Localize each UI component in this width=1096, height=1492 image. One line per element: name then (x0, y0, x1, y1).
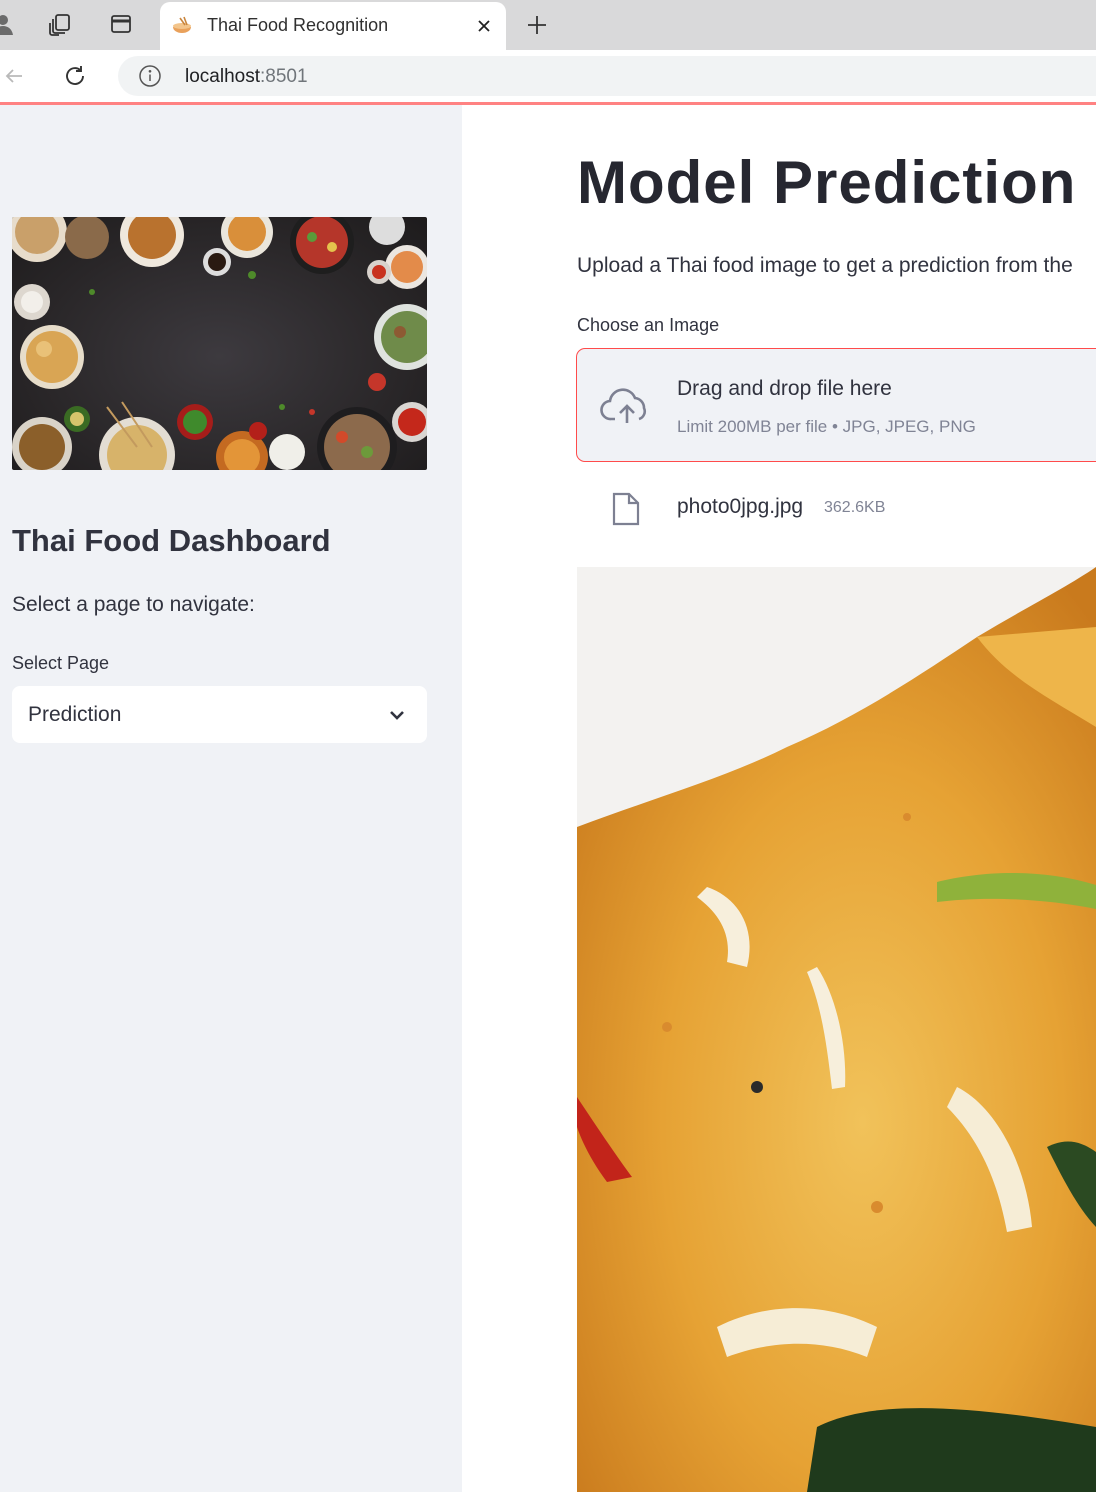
reload-icon[interactable] (60, 61, 90, 91)
dropzone-title: Drag and drop file here (677, 377, 892, 400)
page-title: Model Prediction (577, 149, 1077, 214)
url-bar[interactable]: localhost:8501 (118, 56, 1096, 96)
sidebar: Thai Food Dashboard Select a page to nav… (0, 105, 462, 1492)
close-icon[interactable] (472, 14, 496, 38)
select-value: Prediction (28, 703, 122, 726)
chevron-down-icon[interactable] (386, 704, 408, 726)
cloud-upload-icon (599, 385, 655, 429)
workspaces-icon[interactable] (45, 9, 75, 39)
uploaded-image-preview (577, 567, 1096, 1492)
address-bar: localhost:8501 (0, 50, 1096, 102)
browser-tab-bar: Thai Food Recognition (0, 0, 1096, 50)
page-select-dropdown[interactable]: Prediction (12, 686, 427, 743)
url-text: localhost:8501 (185, 66, 308, 87)
sidebar-title: Thai Food Dashboard (12, 523, 331, 558)
back-arrow-icon[interactable] (0, 62, 28, 90)
thai-food-banner-image (12, 217, 427, 470)
browser-tab[interactable]: Thai Food Recognition (160, 2, 506, 50)
sidebar-subtitle: Select a page to navigate: (12, 593, 255, 616)
tab-actions-icon[interactable] (106, 9, 136, 39)
file-size: 362.6KB (824, 499, 886, 516)
food-favicon (170, 14, 194, 38)
profile-icon[interactable] (0, 9, 18, 39)
plus-icon (528, 16, 546, 34)
tab-title: Thai Food Recognition (207, 15, 389, 35)
new-tab-button[interactable] (522, 10, 552, 40)
info-icon[interactable] (138, 64, 162, 88)
file-icon (611, 491, 641, 527)
dropzone-limit: Limit 200MB per file • JPG, JPEG, PNG (677, 417, 976, 436)
uploaded-file-row: photo0jpg.jpg 362.6KB (577, 485, 1096, 535)
file-dropzone[interactable]: Drag and drop file here Limit 200MB per … (576, 348, 1096, 462)
uploader-label: Choose an Image (577, 315, 720, 335)
intro-text: Upload a Thai food image to get a predic… (577, 254, 1073, 277)
file-name: photo0jpg.jpg (677, 495, 804, 518)
select-page-label: Select Page (12, 653, 110, 673)
